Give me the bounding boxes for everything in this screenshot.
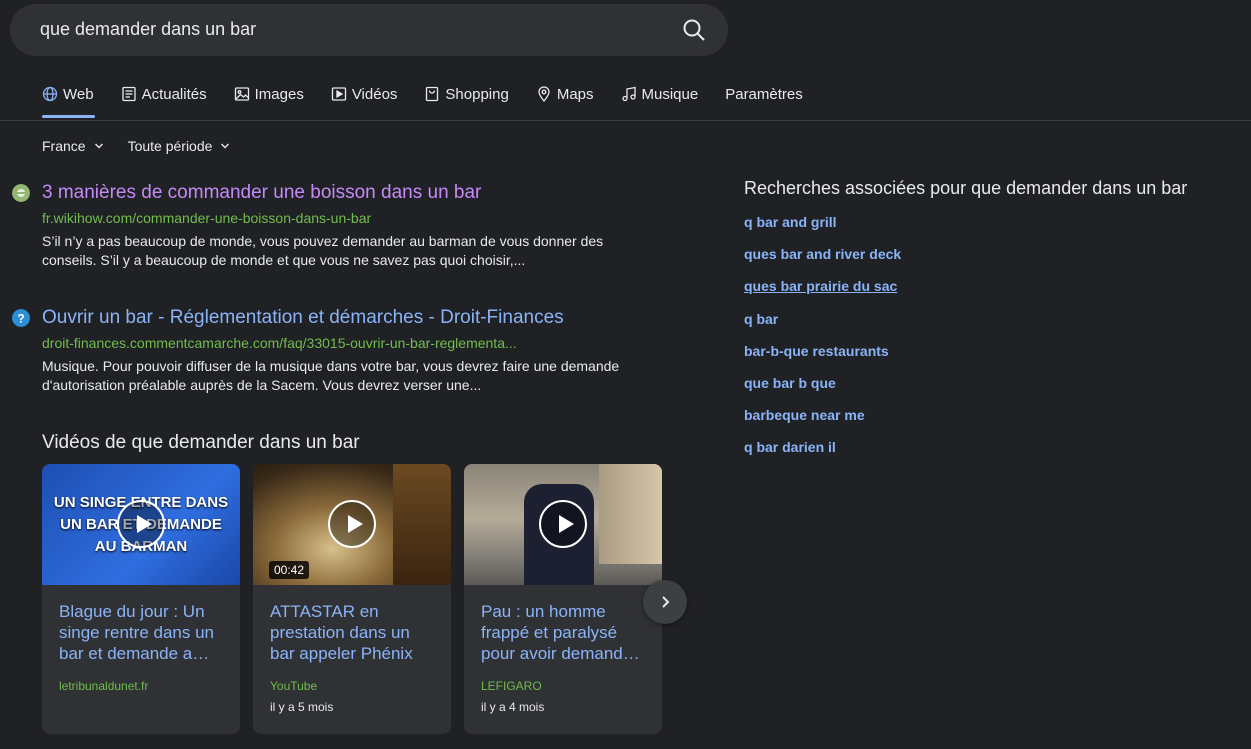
search-box[interactable]: que demander dans un bar	[10, 4, 728, 56]
thumbnail-scene	[393, 464, 451, 585]
globe-icon	[42, 86, 58, 102]
related-search-link[interactable]: q bar darien il	[744, 439, 901, 471]
music-icon	[621, 86, 636, 102]
related-search-link[interactable]: ques bar prairie du sac	[744, 278, 901, 310]
search-tabs: Web Actualités Images Vidéos Shopping Ma…	[42, 84, 830, 104]
carousel-next-button[interactable]	[643, 580, 687, 624]
tab-maps[interactable]: Maps	[536, 84, 594, 104]
chevron-down-icon	[221, 143, 230, 149]
svg-text:?: ?	[17, 312, 24, 326]
play-icon[interactable]	[117, 500, 165, 548]
video-age: il y a 4 mois	[481, 700, 545, 714]
tab-images[interactable]: Images	[234, 84, 304, 104]
tab-web[interactable]: Web	[42, 84, 94, 104]
region-filter-label: France	[42, 138, 86, 154]
related-searches-heading: Recherches associées pour que demander d…	[744, 178, 1188, 198]
search-input[interactable]: que demander dans un bar	[40, 19, 256, 40]
search-result: ? Ouvrir un bar - Réglementation et déma…	[12, 307, 652, 397]
video-title[interactable]: Blague du jour : Un singe rentre dans un…	[59, 601, 227, 664]
video-thumbnail[interactable]	[464, 464, 662, 585]
search-result: 3 manières de commander une boisson dans…	[12, 182, 652, 272]
play-icon[interactable]	[328, 500, 376, 548]
related-search-link[interactable]: bar-b-que restaurants	[744, 343, 901, 375]
tab-label: Actualités	[141, 85, 207, 103]
play-icon[interactable]	[539, 500, 587, 548]
result-snippet: S’il n’y a pas beaucoup de monde, vous p…	[42, 233, 604, 268]
related-search-link[interactable]: q bar	[744, 311, 901, 343]
chevron-down-icon	[94, 143, 103, 149]
video-source: letribunaldunet.fr	[59, 679, 149, 693]
header-divider	[0, 120, 1251, 121]
tab-settings[interactable]: Paramètres	[725, 84, 803, 104]
video-card[interactable]: UN SINGE ENTRE DANS UN BAR ET DEMANDE AU…	[42, 464, 240, 734]
tab-news[interactable]: Actualités	[121, 84, 207, 104]
related-search-link[interactable]: que bar b que	[744, 375, 901, 407]
tab-label: Images	[254, 85, 304, 103]
search-results-page: que demander dans un bar Web Actualités …	[0, 0, 1251, 749]
active-tab-indicator	[42, 115, 95, 118]
video-title[interactable]: Pau : un homme frappé et paralysé pour a…	[481, 601, 649, 664]
search-icon[interactable]	[682, 18, 706, 42]
video-age: il y a 5 mois	[270, 700, 334, 714]
result-url[interactable]: fr.wikihow.com/commander-une-boisson-dan…	[42, 210, 371, 226]
map-pin-icon	[538, 86, 550, 102]
chevron-right-icon	[662, 596, 670, 608]
tab-label: Maps	[556, 85, 594, 103]
tab-label: Paramètres	[725, 85, 803, 103]
tab-music[interactable]: Musique	[621, 84, 699, 104]
tab-label: Vidéos	[351, 85, 398, 103]
related-search-link[interactable]: barbeque near me	[744, 407, 901, 439]
tab-videos[interactable]: Vidéos	[331, 84, 398, 104]
result-url[interactable]: droit-finances.commentcamarche.com/faq/3…	[42, 335, 517, 351]
tab-shopping[interactable]: Shopping	[424, 84, 509, 104]
droit-finances-favicon-icon: ?	[12, 309, 30, 327]
result-title-link[interactable]: Ouvrir un bar - Réglementation et démarc…	[42, 307, 564, 329]
video-source: YouTube	[270, 679, 318, 693]
thumbnail-scene	[599, 464, 662, 564]
video-duration: 00:42	[269, 561, 310, 579]
news-icon	[121, 86, 136, 102]
video-source: LEFIGARO	[481, 679, 542, 693]
related-searches-list: q bar and grill ques bar and river deck …	[744, 214, 901, 472]
video-card[interactable]: 00:42 ATTASTAR en prestation dans un bar…	[253, 464, 451, 734]
result-snippet: Musique. Pour pouvoir diffuser de la mus…	[42, 358, 620, 393]
shopping-icon	[426, 86, 439, 102]
related-search-link[interactable]: q bar and grill	[744, 214, 901, 246]
related-search-link[interactable]: ques bar and river deck	[744, 246, 901, 278]
region-filter[interactable]: France	[42, 138, 104, 154]
tab-label: Web	[63, 85, 94, 103]
video-card[interactable]: Pau : un homme frappé et paralysé pour a…	[464, 464, 662, 734]
video-title[interactable]: ATTASTAR en prestation dans un bar appel…	[270, 601, 438, 664]
period-filter-label: Toute période	[127, 138, 213, 154]
filter-bar: France Toute période	[42, 138, 254, 154]
image-icon	[234, 87, 249, 101]
period-filter[interactable]: Toute période	[128, 138, 231, 154]
wikihow-favicon-icon	[12, 184, 30, 202]
tab-label: Shopping	[445, 85, 509, 103]
video-thumbnail[interactable]: UN SINGE ENTRE DANS UN BAR ET DEMANDE AU…	[42, 464, 240, 585]
videos-heading: Vidéos de que demander dans un bar	[42, 432, 360, 453]
video-icon	[331, 87, 346, 101]
video-thumbnail[interactable]: 00:42	[253, 464, 451, 585]
result-title-link[interactable]: 3 manières de commander une boisson dans…	[42, 182, 481, 204]
tab-label: Musique	[641, 85, 699, 103]
